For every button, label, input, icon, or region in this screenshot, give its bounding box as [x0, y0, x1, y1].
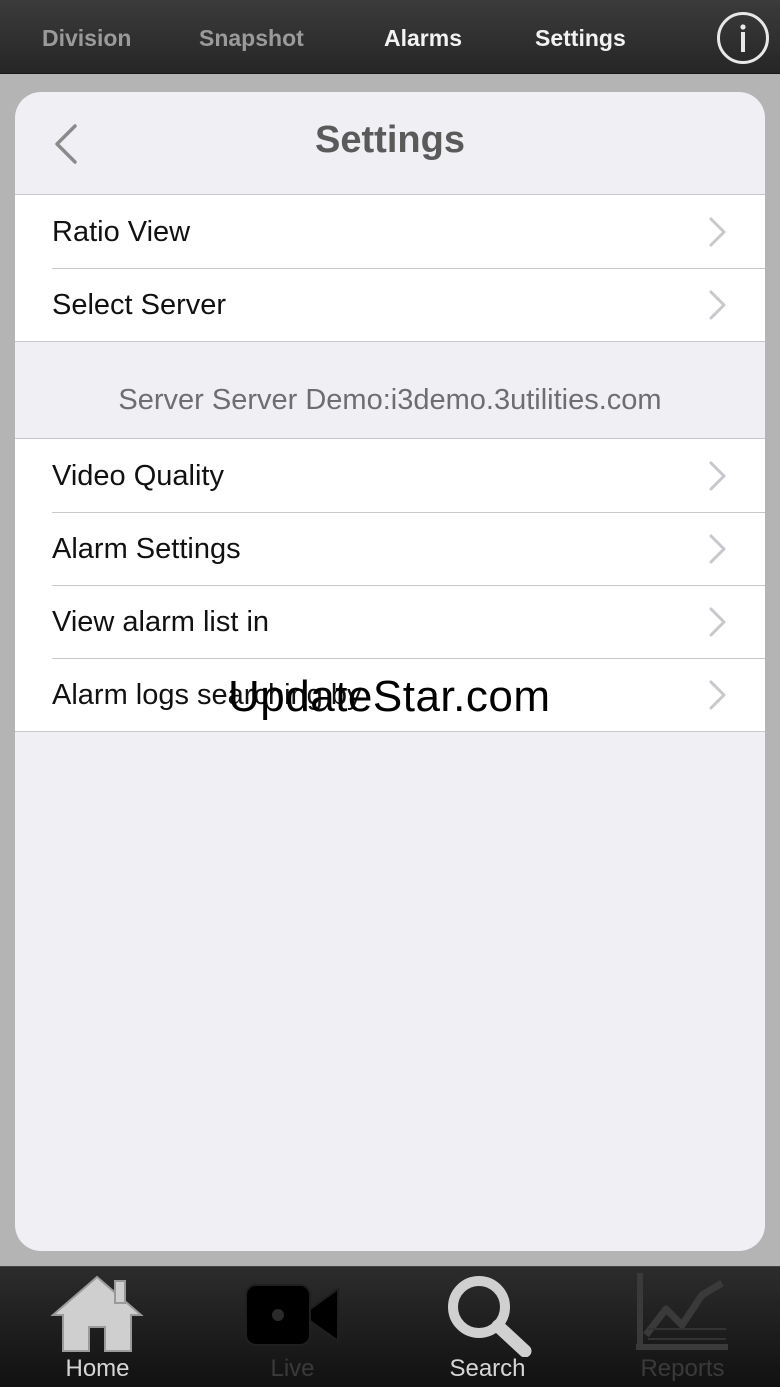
home-icon — [50, 1275, 144, 1352]
row-label: View alarm list in — [52, 606, 270, 638]
top-nav-snapshot[interactable]: Snapshot — [199, 24, 304, 52]
tab-label: Live — [270, 1355, 315, 1382]
chart-icon — [636, 1273, 728, 1350]
info-button[interactable] — [717, 12, 769, 64]
settings-row-alarm-settings[interactable]: Alarm Settings — [15, 512, 765, 585]
watermark: UpdateStar.com — [228, 672, 551, 721]
server-section-header: Server Server Demo:i3demo.3utilities.com — [118, 384, 662, 416]
top-nav-alarms[interactable]: Alarms — [384, 24, 462, 52]
tab-home[interactable]: Home — [0, 1267, 195, 1387]
settings-row-select-server[interactable]: Select Server — [15, 268, 765, 341]
top-nav-division[interactable]: Division — [42, 24, 131, 52]
chevron-right-icon — [709, 680, 726, 710]
row-label: Ratio View — [52, 216, 191, 248]
bottom-tab-bar: Home Live Search Reports — [0, 1266, 780, 1387]
app-screen: Division Snapshot Alarms Settings Settin… — [0, 0, 780, 1387]
settings-group-general: Ratio View Select Server — [15, 194, 765, 342]
row-label: Video Quality — [52, 460, 224, 492]
card-header: Settings — [15, 92, 765, 194]
info-icon — [740, 24, 746, 52]
tab-search[interactable]: Search — [390, 1267, 585, 1387]
top-nav-settings[interactable]: Settings — [535, 24, 626, 52]
video-camera-icon — [245, 1284, 339, 1346]
magnifier-icon — [448, 1276, 532, 1357]
tab-label: Reports — [640, 1355, 725, 1382]
tab-label: Search — [449, 1355, 526, 1382]
row-label: Alarm Settings — [52, 533, 241, 565]
chevron-right-icon — [709, 217, 726, 247]
chevron-right-icon — [709, 534, 726, 564]
chevron-right-icon — [709, 607, 726, 637]
chevron-right-icon — [709, 290, 726, 320]
tab-label: Home — [65, 1355, 130, 1382]
settings-row-video-quality[interactable]: Video Quality — [15, 439, 765, 512]
row-label: Select Server — [52, 289, 227, 321]
settings-row-view-alarm-list[interactable]: View alarm list in — [15, 585, 765, 658]
tab-live[interactable]: Live — [195, 1267, 390, 1387]
page-title: Settings — [315, 119, 465, 161]
chevron-right-icon — [709, 461, 726, 491]
tab-reports[interactable]: Reports — [585, 1267, 780, 1387]
top-nav-bar: Division Snapshot Alarms Settings — [0, 0, 780, 74]
settings-row-ratio-view[interactable]: Ratio View — [15, 195, 765, 268]
